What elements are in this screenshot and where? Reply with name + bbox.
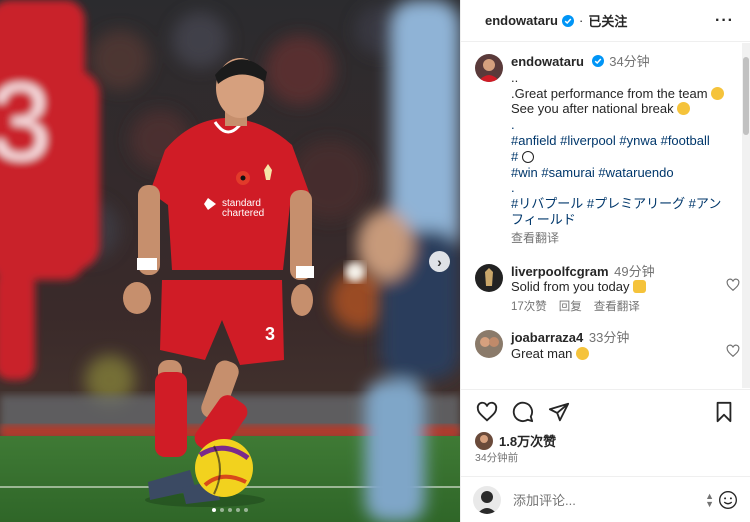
comment-body: joabarraza4 33分钟 Great man	[511, 330, 629, 362]
comments-list[interactable]: endowataru 34分钟 .. .Great performance fr…	[461, 43, 742, 388]
comment-bubble-icon	[512, 401, 534, 422]
smiling-face-emoji-icon	[677, 102, 691, 116]
caption-line: See you after national break	[511, 101, 724, 117]
reply-button[interactable]: 回复	[559, 300, 582, 316]
comment-likes[interactable]: 17次赞	[511, 300, 547, 316]
like-comment-heart-icon[interactable]	[726, 278, 740, 292]
comment-username[interactable]: joabarraza4	[511, 330, 583, 345]
post-header: endowataru · 已关注 ···	[461, 0, 750, 42]
comment-meta: 17次赞 回复 查看翻译	[511, 300, 655, 316]
avatar-image	[473, 485, 501, 514]
stepper-arrows-icon[interactable]: ▲ ▼	[705, 491, 714, 508]
hashtag-line[interactable]: #リバプール #プレミアリーグ #アン	[511, 196, 724, 212]
scrollbar-thumb[interactable]	[743, 57, 749, 135]
like-comment-heart-icon[interactable]	[726, 344, 740, 358]
verified-badge-icon	[591, 55, 604, 67]
send-icon	[548, 402, 570, 421]
next-slide-button[interactable]: ›	[429, 251, 450, 272]
football-photo: 3 3 standard chartered	[0, 0, 460, 522]
avatar[interactable]	[475, 54, 503, 82]
comment-item: liverpoolfcgram 49分钟 Solid from you toda…	[475, 263, 742, 316]
comment-time: 49分钟	[614, 263, 655, 279]
chevron-right-icon: ›	[437, 253, 442, 270]
bookmark-icon	[716, 401, 732, 422]
svg-text:chartered: chartered	[222, 208, 264, 219]
likes-summary[interactable]: 1.8万次赞	[475, 431, 556, 450]
following-button[interactable]: 已关注	[588, 11, 627, 30]
caption: endowataru 34分钟 .. .Great performance fr…	[475, 54, 742, 247]
clapping-hands-emoji-icon	[711, 86, 725, 100]
emoji-icon[interactable]	[718, 490, 738, 510]
see-translation-link[interactable]: 查看翻译	[594, 300, 640, 316]
post-photo[interactable]: 3 3 standard chartered ›	[0, 0, 460, 522]
caption-body: endowataru 34分钟 .. .Great performance fr…	[511, 54, 725, 247]
heart-icon	[476, 401, 498, 421]
comments-scrollbar[interactable]	[742, 43, 750, 388]
comment-body: liverpoolfcgram 49分钟 Solid from you toda…	[511, 264, 655, 316]
avatar-image	[475, 54, 503, 82]
post-side-panel: endowataru · 已关注 ··· endowataru 34分钟 .. …	[460, 0, 750, 522]
hashtag-line[interactable]: #anfield #liverpool #ynwa #football	[511, 133, 724, 149]
caption-line: .	[511, 180, 515, 196]
more-horizontal-icon[interactable]: ···	[715, 12, 734, 30]
avatar-image	[475, 329, 503, 358]
header-username[interactable]: endowataru	[485, 13, 558, 28]
slide-dot	[244, 508, 248, 512]
soccer-ball-emoji-icon	[521, 150, 534, 163]
add-comment-bar: 添加评论... ▲ ▼	[461, 476, 750, 522]
caption-time: 34分钟	[609, 54, 650, 69]
share-button[interactable]	[547, 400, 571, 424]
svg-text:3: 3	[265, 324, 275, 344]
comment-item: joabarraza4 33分钟 Great man	[475, 329, 742, 362]
avatar-image	[475, 263, 503, 292]
svg-text:3: 3	[0, 61, 51, 184]
avatar[interactable]	[475, 329, 503, 358]
post-actions	[461, 389, 750, 433]
header-separator: ·	[578, 13, 584, 28]
caption-line: ..	[511, 69, 519, 85]
caption-line: .	[511, 117, 515, 133]
liker-avatar	[475, 431, 493, 450]
save-button[interactable]	[712, 400, 736, 424]
avatar[interactable]	[475, 263, 503, 292]
slide-dot	[228, 508, 232, 512]
verified-badge-icon	[561, 14, 574, 27]
slide-dot	[220, 508, 224, 512]
like-button[interactable]	[475, 400, 499, 424]
hashtag-line[interactable]: #win #samurai #wataruendo	[511, 165, 724, 181]
comment-text: Solid from you today	[511, 279, 655, 295]
current-user-avatar	[473, 485, 501, 514]
caption-line: .Great performance from the team	[511, 86, 725, 102]
comment-username[interactable]: liverpoolfcgram	[511, 264, 609, 279]
slide-dot	[212, 508, 216, 512]
comment-time: 33分钟	[588, 329, 630, 345]
add-comment-input[interactable]: 添加评论...	[513, 490, 705, 509]
post-timestamp: 34分钟前	[475, 452, 519, 464]
hashtag-line[interactable]: #	[511, 149, 724, 165]
see-translation-link[interactable]: 查看翻译	[511, 231, 724, 247]
avatar-image	[475, 431, 493, 450]
emoji-controls: ▲ ▼	[705, 490, 738, 510]
slide-indicator	[0, 508, 460, 512]
comment-text: Great man	[511, 346, 629, 362]
slide-dot	[236, 508, 240, 512]
sun-emoji-icon	[576, 346, 590, 360]
likes-count[interactable]: 1.8万次赞	[499, 431, 556, 450]
caption-username[interactable]: endowataru	[511, 54, 584, 69]
raised-hands-emoji-icon	[633, 280, 647, 294]
hashtag-line[interactable]: フィールド	[511, 212, 724, 228]
comment-button[interactable]	[511, 400, 535, 424]
